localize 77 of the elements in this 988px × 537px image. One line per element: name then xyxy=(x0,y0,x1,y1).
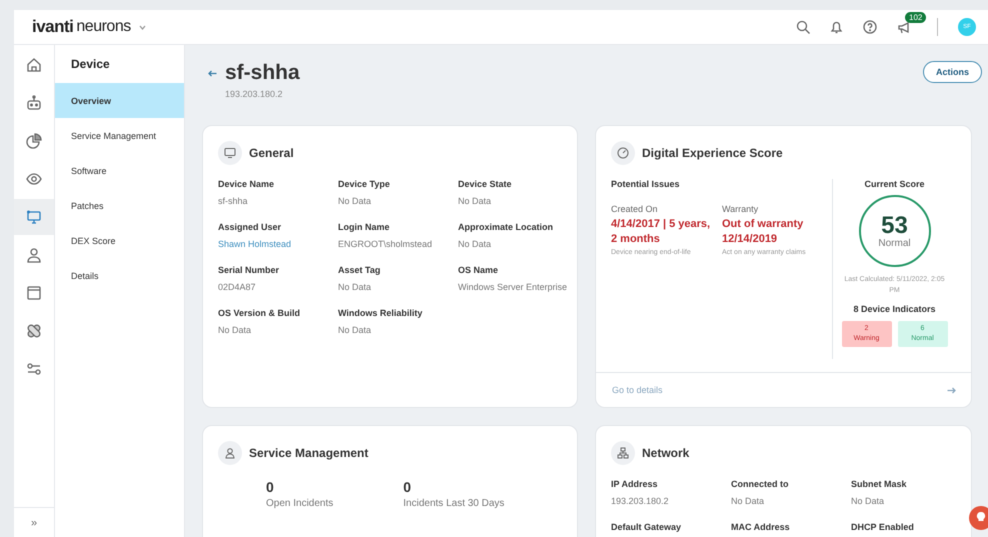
field-label: Default Gateway xyxy=(611,522,682,532)
field-label: Windows Reliability xyxy=(338,308,424,318)
field-label: Device State xyxy=(458,179,513,189)
field-label: Device Type xyxy=(338,179,391,189)
field-label: MAC Address xyxy=(731,522,791,532)
issue-label: Warranty xyxy=(722,204,760,214)
stat-value: 0 xyxy=(266,479,275,495)
field-label: Assigned User xyxy=(218,222,282,232)
field-value: Windows Server Enterprise xyxy=(458,281,568,294)
caret-icon[interactable] xyxy=(138,24,146,30)
monitor-icon xyxy=(26,209,42,225)
notification-badge: 102 xyxy=(905,12,926,22)
issue-value: 4/14/2017 | 5 years, 2 months xyxy=(611,217,712,247)
field-label: Login Name xyxy=(338,222,391,232)
pie-chart-icon xyxy=(26,133,42,149)
person-icon xyxy=(26,247,42,263)
section-label: 8 Device Indicators xyxy=(853,304,936,314)
field-value: 02D4A87 xyxy=(218,281,257,294)
monitor-icon xyxy=(218,141,242,165)
actions-button[interactable]: Actions xyxy=(922,61,982,83)
field-label: IP Address xyxy=(611,479,659,489)
field-label: Device Name xyxy=(218,179,276,189)
field-value: No Data xyxy=(851,495,886,508)
card-title: General xyxy=(249,146,294,160)
device-ip: 193.203.180.2 xyxy=(225,89,284,99)
field-value: No Data xyxy=(731,495,766,508)
sliders-icon xyxy=(26,361,42,377)
field-label: Subnet Mask xyxy=(851,479,908,489)
logo-product: neurons xyxy=(76,18,131,36)
field-value: No Data xyxy=(338,324,372,337)
stat-label: Open Incidents xyxy=(266,498,334,509)
page-title: sf-shha xyxy=(225,61,300,85)
logo-brand: ivanti xyxy=(32,17,74,37)
field-label: DHCP Enabled xyxy=(851,522,915,532)
card-title: Service Management xyxy=(249,446,368,460)
stat-value: 0 xyxy=(403,479,412,495)
field-label: Asset Tag xyxy=(338,265,382,275)
stat-label: Incidents Last 30 Days xyxy=(403,498,504,509)
nav-title: Device xyxy=(70,56,111,73)
robot-icon xyxy=(26,95,42,111)
nav-rail-item[interactable] xyxy=(14,199,54,235)
user-link[interactable]: Shawn Holmstead xyxy=(218,238,338,251)
field-label: Serial Number xyxy=(218,265,280,275)
search-icon[interactable] xyxy=(796,20,810,34)
bell-icon[interactable] xyxy=(830,20,843,34)
issue-label: Created On xyxy=(611,204,659,214)
megaphone-icon[interactable] xyxy=(897,20,911,34)
card-title: Digital Experience Score xyxy=(642,146,783,160)
field-value: No Data xyxy=(218,324,252,337)
issue-value: Out of warranty 12/14/2019 xyxy=(722,217,804,247)
field-label: Connected to xyxy=(731,479,790,489)
section-label: Current Score xyxy=(864,179,925,189)
field-label: OS Version & Build xyxy=(218,308,302,318)
score-status: Normal xyxy=(878,238,911,248)
field-label: OS Name xyxy=(458,265,500,275)
field-value: No Data xyxy=(458,238,492,251)
field-value: sf-shha xyxy=(218,195,249,208)
field-label: Approximate Location xyxy=(458,222,554,232)
field-value: ENGROOT\sholmstead xyxy=(338,238,434,251)
field-value: 193.203.180.2 xyxy=(611,495,670,508)
person-icon xyxy=(218,441,242,465)
home-icon xyxy=(26,57,42,73)
window-icon xyxy=(26,285,42,301)
field-value: No Data xyxy=(338,281,372,294)
help-icon[interactable] xyxy=(863,20,877,34)
lightbulb-icon[interactable] xyxy=(968,505,988,531)
nav-item[interactable]: Overview xyxy=(55,83,184,118)
back-arrow-icon[interactable] xyxy=(208,70,217,77)
gauge-icon xyxy=(611,141,635,165)
field-value: No Data xyxy=(458,195,492,208)
card-title: Network xyxy=(642,446,690,460)
score-value: 53 xyxy=(881,214,908,238)
field-value: No Data xyxy=(338,195,372,208)
bandage-icon xyxy=(26,323,42,339)
eye-icon xyxy=(26,171,42,187)
network-icon xyxy=(611,441,635,465)
section-label: Potential Issues xyxy=(611,179,681,189)
